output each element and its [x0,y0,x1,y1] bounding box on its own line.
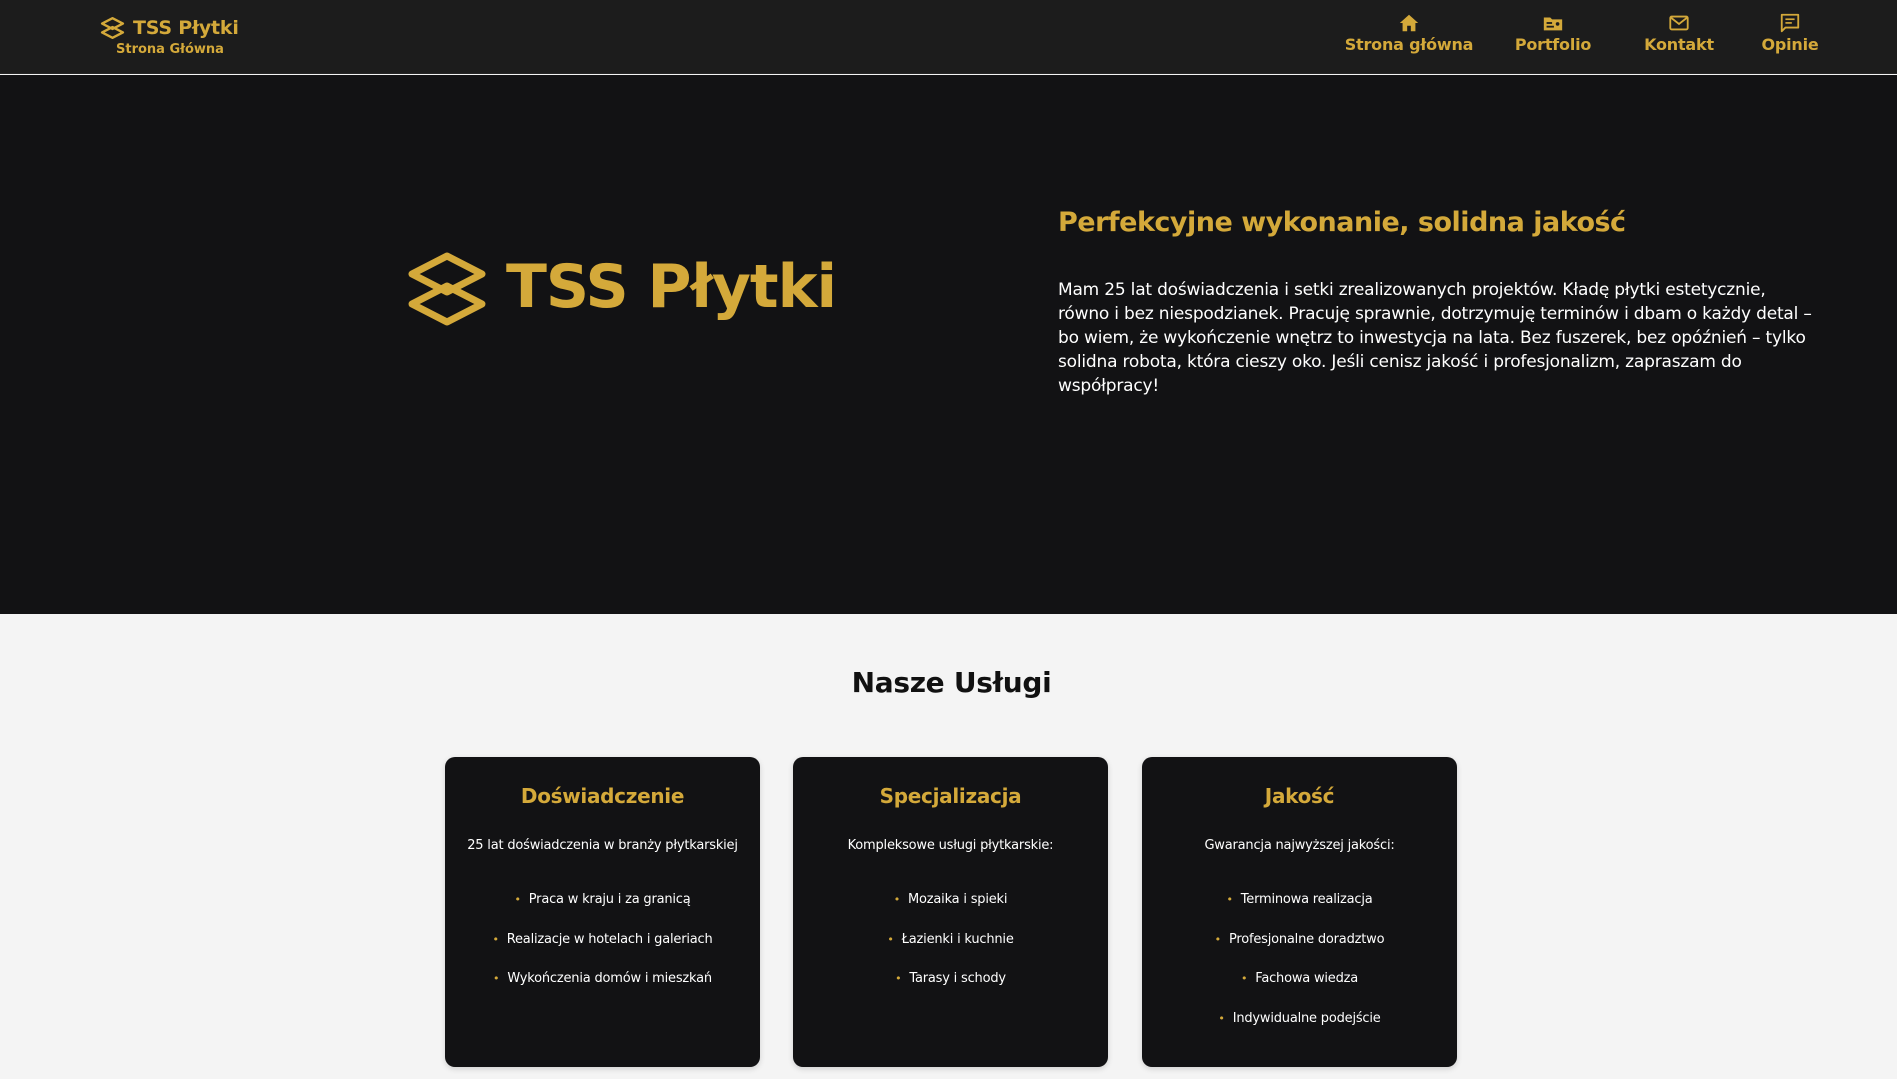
hero-logo: TSS Płytki [406,250,837,330]
brand-name: TSS Płytki [133,17,239,39]
card-title: Specjalizacja [879,784,1022,808]
bullet-icon: • [493,972,500,985]
bullet-icon: • [1240,972,1248,985]
bullet-icon: • [893,893,901,906]
card-list: • Praca w kraju i za granicą • Realizacje … [445,892,760,1011]
nav-label: Kontakt [1644,35,1714,54]
hero-logo-text: TSS Płytki [506,252,837,322]
nav-item-portfolio[interactable]: Portfolio [1510,12,1596,64]
bullet-icon: • [1226,893,1233,906]
nav-item-contact[interactable]: Kontakt [1639,12,1719,64]
nav-label: Opinie [1761,35,1819,54]
bullet-icon: • [887,932,894,946]
list-item: • Praca w kraju i za granicą [514,892,691,907]
nav-item-home[interactable]: Strona główna [1345,12,1473,64]
card-subtitle: 25 lat doświadczenia w branży płytkarski… [467,838,738,853]
list-item: • Indywidualne podejście [1218,1010,1381,1026]
hero-description: Mam 25 lat doświadczenia i setki zrealiz… [1058,280,1812,396]
tiles-logo-icon [408,252,486,326]
brand-subtitle: Strona Główna [116,42,224,57]
nav-label: Portfolio [1514,35,1592,54]
list-item: • Terminowa realizacja [1226,892,1373,907]
card-title: Doświadczenie [520,784,685,808]
hero-section: TSS Płytki Perfekcyjne wykonanie, solidn… [0,75,1897,614]
service-card-quality: Jakość Gwarancja najwyższej jakości: • Te… [1142,757,1457,1067]
list-item: • Fachowa wiedza [1240,971,1359,986]
bullet-icon: • [1218,1011,1225,1025]
service-card-specialization: Specjalizacja Kompleksowe usługi płytkar… [793,757,1108,1067]
list-item: • Profesjonalne doradztwo [1214,931,1385,947]
services-title: Nasze Usługi [851,666,1052,699]
list-item: • Tarasy i schody [895,971,1006,986]
card-subtitle: Kompleksowe usługi płytkarskie: [847,838,1054,853]
site-header: TSS Płytki Strona Główna Strona główna P… [0,0,1897,74]
list-item: • Realizacje w hotelach i galeriach [492,931,713,947]
home-icon [1399,14,1419,32]
portfolio-icon [1543,17,1563,31]
bullet-icon: • [514,893,521,906]
service-card-experience: Doświadczenie 25 lat doświadczenia w bra… [445,757,760,1067]
tiles-logo-icon [100,17,125,39]
list-item: • Wykończenia domów i mieszkań [493,971,712,986]
hero-title: Perfekcyjne wykonanie, solidna jakość [1058,207,1626,238]
card-subtitle: Gwarancja najwyższej jakości: [1204,838,1395,853]
reviews-icon [1780,13,1800,33]
bullet-icon: • [1214,932,1222,946]
nav-item-reviews[interactable]: Opinie [1759,12,1821,64]
list-item: • Łazienki i kuchnie [887,931,1014,947]
bullet-icon: • [895,972,902,985]
card-title: Jakość [1264,784,1335,808]
nav-label: Strona główna [1344,35,1474,54]
card-list: • Mozaika i spieki • Łazienki i kuchnie • T… [793,892,1108,1011]
bullet-icon: • [492,932,499,946]
mail-icon [1669,15,1689,31]
list-item: • Mozaika i spieki [893,892,1008,907]
card-list: • Terminowa realizacja • Profesjonalne dor… [1142,892,1457,1050]
brand-logo-link[interactable]: TSS Płytki Strona Główna [99,15,239,59]
